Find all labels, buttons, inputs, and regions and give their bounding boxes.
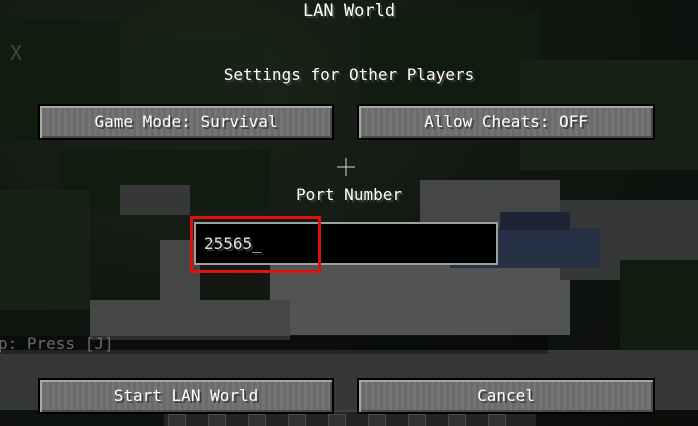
- settings-label: Settings for Other Players: [223, 65, 475, 84]
- highlight-box: [190, 216, 321, 273]
- chat-hint: p: Press [J]: [0, 334, 114, 353]
- allow-cheats-button[interactable]: Allow Cheats: OFF: [357, 104, 655, 140]
- game-mode-button[interactable]: Game Mode: Survival: [38, 104, 334, 140]
- crosshair-icon: [337, 158, 355, 176]
- screen-title: LAN World: [302, 1, 396, 21]
- background-x-glyph: X: [10, 41, 23, 65]
- start-lan-world-button[interactable]: Start LAN World: [38, 378, 334, 414]
- cancel-button[interactable]: Cancel: [357, 378, 655, 414]
- port-number-label: Port Number: [296, 185, 402, 204]
